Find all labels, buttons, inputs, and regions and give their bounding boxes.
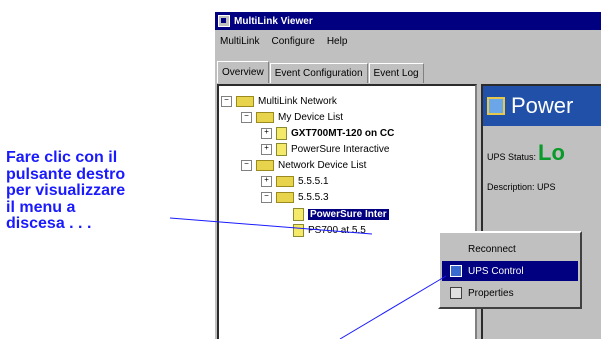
menu-help[interactable]: Help	[322, 36, 355, 47]
tab-strip: Overview Event Configuration Event Log	[217, 61, 425, 83]
expand-icon[interactable]: +	[261, 143, 272, 155]
ups-device-icon	[293, 207, 304, 221]
tree-node-label: 5.5.5.1	[298, 175, 329, 187]
detail-header: Power	[483, 86, 601, 126]
tree-node-gxt700mt[interactable]: + GXT700MT-120 on CC	[261, 126, 394, 140]
ups-control-icon	[450, 265, 462, 277]
menu-item-label: Reconnect	[468, 243, 516, 255]
tree-node-label: 5.5.5.3	[298, 191, 329, 203]
tab-event-configuration[interactable]: Event Configuration	[269, 63, 368, 83]
menu-bar: MultiLink Configure Help	[215, 32, 601, 50]
tree-node-label: PS700 at 5.5	[308, 224, 366, 236]
window-title: MultiLink Viewer	[234, 15, 313, 27]
collapse-icon[interactable]: −	[221, 95, 232, 107]
description-label: Description: UPS	[487, 182, 556, 192]
collapse-icon[interactable]: −	[241, 159, 252, 171]
tree-node-powersure-interactive[interactable]: + PowerSure Interactive	[261, 142, 389, 156]
context-menu: Reconnect UPS Control Properties	[438, 231, 582, 309]
ups-device-icon	[276, 142, 287, 156]
tree-node-5551[interactable]: + 5.5.5.1	[261, 174, 329, 188]
ups-device-icon	[293, 223, 304, 237]
folder-icon	[276, 175, 294, 187]
tree-node-label: MultiLink Network	[258, 95, 337, 107]
tree-node-label: Network Device List	[278, 159, 367, 171]
menu-item-label: UPS Control	[468, 265, 524, 277]
tab-overview[interactable]: Overview	[217, 61, 269, 83]
detail-title: Power	[511, 93, 574, 118]
expand-icon[interactable]: +	[261, 127, 272, 139]
title-bar: MultiLink Viewer	[215, 12, 601, 30]
ups-status-value: Lo	[538, 140, 565, 165]
ups-status-row: UPS Status: Lo	[487, 140, 565, 166]
callout-line: il menu a	[6, 198, 76, 216]
tree-node-label: PowerSure Interactive	[291, 143, 390, 155]
ups-status-label: UPS Status:	[487, 152, 537, 162]
tree-node-multilink-network[interactable]: − MultiLink Network	[221, 94, 337, 108]
menu-multilink[interactable]: MultiLink	[215, 36, 266, 47]
collapse-icon[interactable]: −	[261, 191, 272, 203]
instruction-callout: Fare clic con il pulsante destro per vis…	[6, 149, 186, 233]
tree-node-powersure-selected[interactable]: PowerSure Inter	[293, 207, 389, 221]
menu-item-ups-control[interactable]: UPS Control	[442, 261, 578, 281]
app-icon	[218, 15, 230, 27]
callout-line: discesa . . .	[6, 215, 92, 232]
power-device-icon	[487, 97, 505, 115]
properties-icon	[450, 287, 462, 299]
collapse-icon[interactable]: −	[241, 111, 252, 123]
blank-icon	[450, 243, 462, 255]
menu-item-properties[interactable]: Properties	[442, 283, 578, 303]
tree-node-ps700[interactable]: PS700 at 5.5	[293, 223, 366, 237]
menu-item-reconnect[interactable]: Reconnect	[442, 239, 578, 259]
folder-icon	[256, 111, 274, 123]
callout-line: per visualizzare	[6, 182, 126, 199]
tree-node-label: PowerSure Inter	[308, 208, 389, 220]
expand-icon[interactable]: +	[261, 175, 272, 187]
folder-icon	[236, 95, 254, 107]
ups-device-icon	[276, 126, 287, 140]
callout-line: Fare clic con il	[6, 149, 118, 166]
menu-item-label: Properties	[468, 287, 514, 299]
tree-node-label: GXT700MT-120 on CC	[291, 127, 395, 139]
menu-configure[interactable]: Configure	[266, 36, 321, 47]
folder-icon	[276, 191, 294, 203]
tree-node-5553[interactable]: − 5.5.5.3	[261, 190, 329, 204]
folder-icon	[256, 159, 274, 171]
tree-node-network-device-list[interactable]: − Network Device List	[241, 158, 366, 172]
callout-line: pulsante destro	[6, 165, 126, 183]
tree-node-label: My Device List	[278, 111, 344, 123]
tree-node-my-device-list[interactable]: − My Device List	[241, 110, 343, 124]
tab-event-log[interactable]: Event Log	[368, 63, 424, 83]
